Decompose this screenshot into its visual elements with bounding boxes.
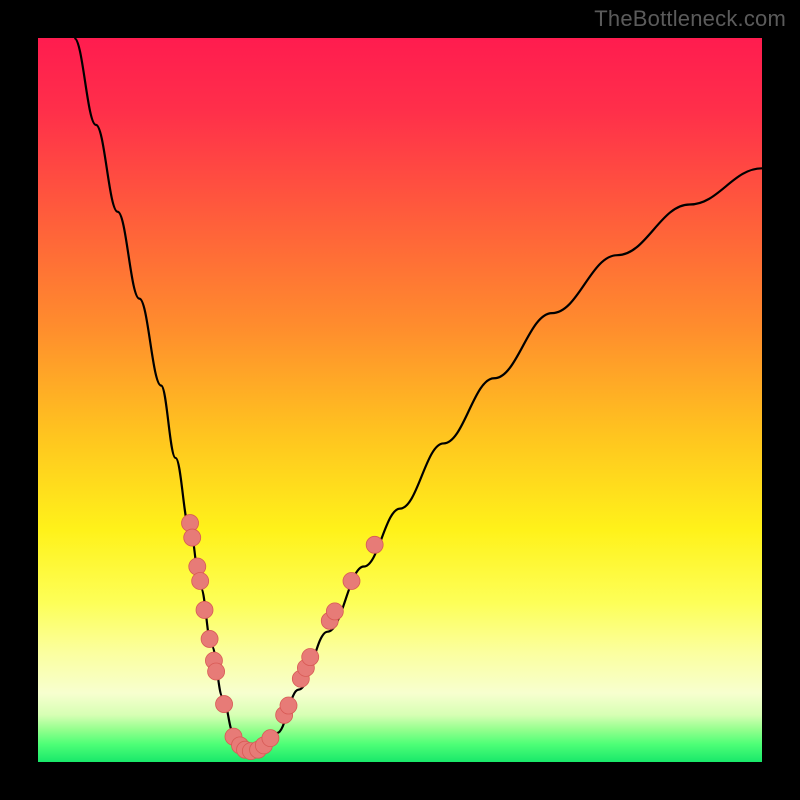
left-branch-dot	[189, 558, 206, 575]
right-branch-dot	[366, 536, 383, 553]
curve-layer	[38, 38, 762, 762]
right-branch-dot	[326, 603, 343, 620]
chart-frame: TheBottleneck.com	[0, 0, 800, 800]
left-branch-dot	[208, 663, 225, 680]
left-branch-dot	[192, 573, 209, 590]
left-branch-dot	[184, 529, 201, 546]
left-branch-dot	[196, 601, 213, 618]
data-dot-group	[182, 515, 384, 760]
right-branch-dot	[280, 697, 297, 714]
right-branch-dot	[302, 649, 319, 666]
plot-area	[38, 38, 762, 762]
credit-text: TheBottleneck.com	[594, 6, 786, 32]
bottom-dot	[262, 730, 279, 747]
left-branch-dot	[216, 696, 233, 713]
right-branch-dot	[343, 573, 360, 590]
bottleneck-curve	[74, 38, 762, 751]
left-branch-dot	[201, 630, 218, 647]
